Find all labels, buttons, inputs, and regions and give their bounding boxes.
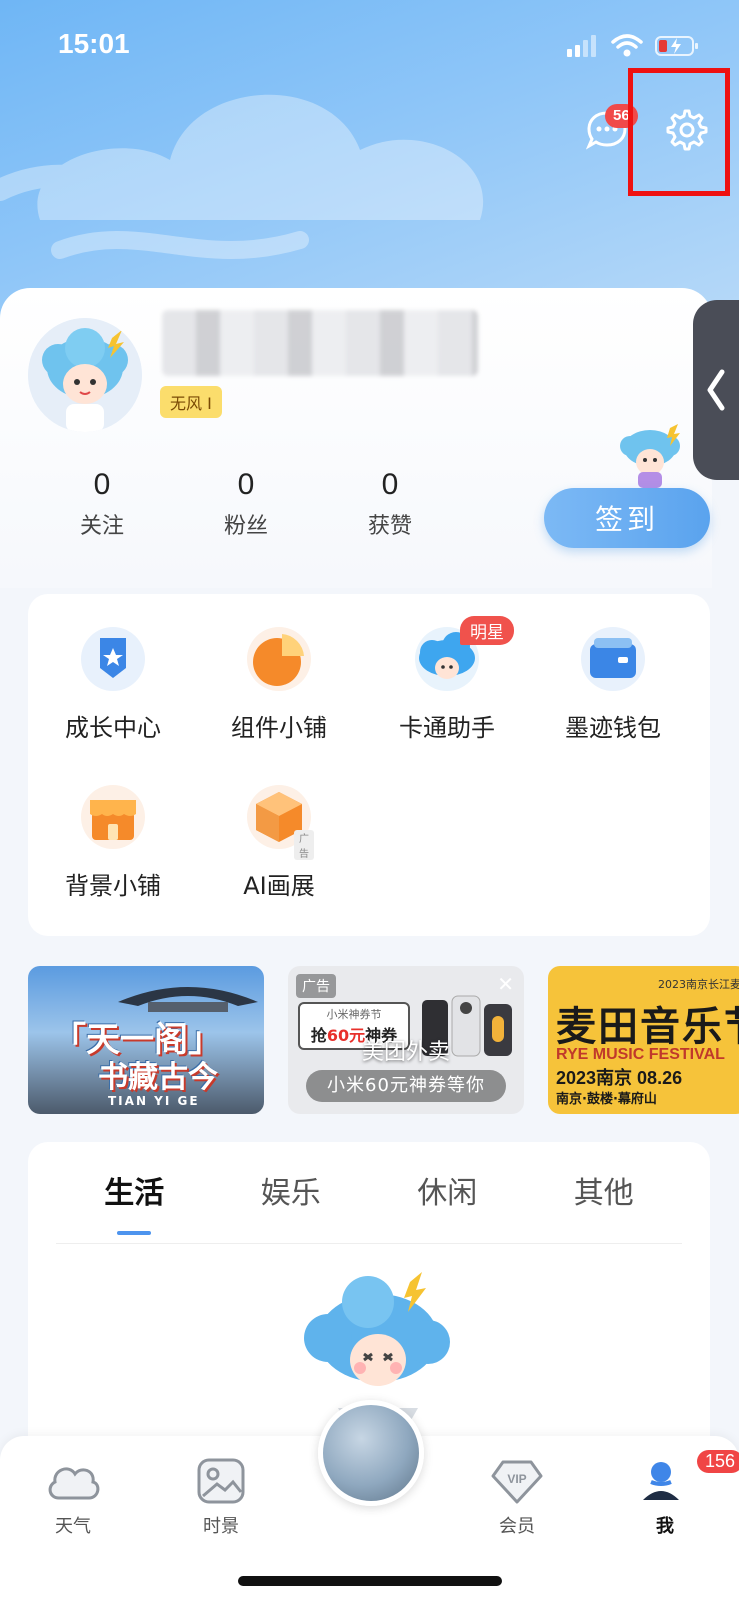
tool-widget-shop[interactable]: 组件小铺 (194, 624, 364, 743)
stat-following[interactable]: 0 关注 (30, 468, 174, 540)
tool-ai-gallery[interactable]: 广告 AI画展 (194, 782, 364, 901)
tool-growth-center[interactable]: 成长中心 (28, 624, 198, 743)
tab-life[interactable]: 生活 (56, 1164, 213, 1243)
tab-entertainment[interactable]: 娱乐 (213, 1164, 370, 1243)
star-badge: 明星 (460, 616, 514, 645)
nav-label: 天气 (55, 1516, 91, 1537)
chevron-left-icon (707, 369, 725, 411)
nav-label: 时景 (203, 1516, 239, 1537)
ad-tag: 广告 (296, 974, 336, 998)
svg-text:VIP: VIP (507, 1472, 526, 1486)
banner-location: 南京·鼓楼·幕府山 (556, 1092, 657, 1107)
banner-tianyige[interactable]: 「天一阁」 书藏古今 TIAN YI GE (28, 966, 264, 1114)
stat-label: 获赞 (367, 514, 412, 539)
ad-tag: 广告 (294, 830, 314, 860)
nav-vip[interactable]: VIP 会员 (462, 1456, 572, 1538)
signin-button[interactable]: 签到 (544, 488, 710, 548)
nav-icon-wrap (45, 1456, 101, 1506)
mascot-avatar-icon (28, 318, 142, 432)
battery-charging-icon (655, 36, 698, 56)
tool-label: 背景小铺 (65, 872, 161, 900)
stat-value: 0 (93, 468, 111, 501)
pavilion-roof-icon (118, 987, 258, 1012)
cloud-icon (48, 1467, 100, 1500)
banner-small-text: 2023南京长江麦田 (658, 978, 739, 991)
tab-other[interactable]: 其他 (526, 1164, 683, 1243)
tool-icon-wrap (78, 782, 148, 852)
banner-english-title: RYE MUSIC FESTIVAL (556, 1046, 725, 1063)
tool-label: 成长中心 (65, 714, 161, 742)
settings-highlight-box (628, 68, 730, 196)
nav-icon-wrap: 156 (637, 1450, 739, 1506)
banner-date: 2023南京 08.26 (556, 1068, 683, 1088)
banner-subtitle: TIAN YI GE (108, 1094, 200, 1108)
tool-icon-wrap (78, 624, 148, 694)
center-weather-orb[interactable] (318, 1400, 424, 1506)
tool-icon-wrap (244, 624, 314, 694)
banner-title: 麦田音乐节 (556, 1004, 739, 1050)
level-tag: 无风 I (160, 386, 222, 418)
stat-value: 0 (381, 468, 399, 501)
tool-label: 卡通助手 (399, 714, 495, 742)
wallet-icon (581, 627, 645, 691)
pie-widget-icon (247, 627, 311, 691)
stat-label: 粉丝 (223, 514, 268, 539)
coupon-top-label: 小米神券节 (326, 1008, 382, 1021)
wifi-icon (611, 34, 643, 57)
nav-me[interactable]: 156 我 (610, 1450, 739, 1538)
person-icon (643, 1462, 679, 1500)
medal-icon (81, 627, 145, 691)
shop-icon (81, 785, 145, 849)
mascot-small-icon (620, 424, 680, 488)
avatar[interactable] (28, 318, 142, 432)
tool-label: AI画展 (243, 872, 315, 900)
tool-icon-wrap (578, 624, 648, 694)
tool-icon-wrap: 广告 (244, 782, 314, 860)
nav-icon-wrap (193, 1456, 249, 1506)
home-indicator (238, 1576, 502, 1586)
tools-grid: 成长中心 组件小铺 明星 卡通助手 墨迹钱包 背景小铺 广告 AI画展 (28, 594, 710, 936)
me-badge: 156 (697, 1450, 739, 1473)
feed-tabs: 生活 娱乐 休闲 其他 (56, 1164, 682, 1244)
nav-label: 会员 (499, 1516, 535, 1537)
photo-icon (197, 1458, 245, 1504)
stat-followers[interactable]: 0 粉丝 (174, 468, 318, 540)
tool-background-shop[interactable]: 背景小铺 (28, 782, 198, 901)
status-icons (567, 34, 699, 58)
banner-carousel: 「天一阁」 书藏古今 TIAN YI GE 广告 ✕ 小米神券节 抢60元神券 … (28, 966, 739, 1114)
banner-meituan-ad[interactable]: 广告 ✕ 小米神券节 抢60元神券 美团外卖 小米60元神券等你 (288, 966, 524, 1114)
tool-cartoon-assistant[interactable]: 明星 卡通助手 (362, 616, 532, 743)
profile-stats: 0 关注 0 粉丝 0 获赞 (30, 468, 462, 540)
tool-icon-wrap: 明星 (412, 616, 514, 694)
vip-diamond-icon: VIP (491, 1460, 543, 1504)
nav-icon-wrap: VIP (489, 1456, 545, 1506)
tool-label: 组件小铺 (231, 714, 327, 742)
nav-label: 我 (656, 1516, 674, 1537)
tool-label: 墨迹钱包 (565, 714, 661, 742)
banner-music-festival[interactable]: 2023南京长江麦田 麦田音乐节 RYE MUSIC FESTIVAL 2023… (548, 966, 739, 1114)
nav-weather[interactable]: 天气 (18, 1456, 128, 1538)
banner-title: 美团外卖 (361, 1040, 450, 1065)
banner-subtitle: 小米60元神券等你 (306, 1070, 506, 1102)
side-drawer-handle[interactable] (693, 300, 739, 480)
status-time: 15:01 (58, 28, 130, 59)
tool-wallet[interactable]: 墨迹钱包 (528, 624, 698, 743)
banner-title: 书藏古今 (98, 1060, 218, 1095)
username-blurred (162, 310, 478, 376)
tab-leisure[interactable]: 休闲 (369, 1164, 526, 1243)
signal-icon (567, 35, 596, 57)
stat-value: 0 (237, 468, 255, 501)
stat-label: 关注 (79, 514, 124, 539)
nav-scenery[interactable]: 时景 (166, 1456, 276, 1538)
stat-likes[interactable]: 0 获赞 (318, 468, 462, 540)
